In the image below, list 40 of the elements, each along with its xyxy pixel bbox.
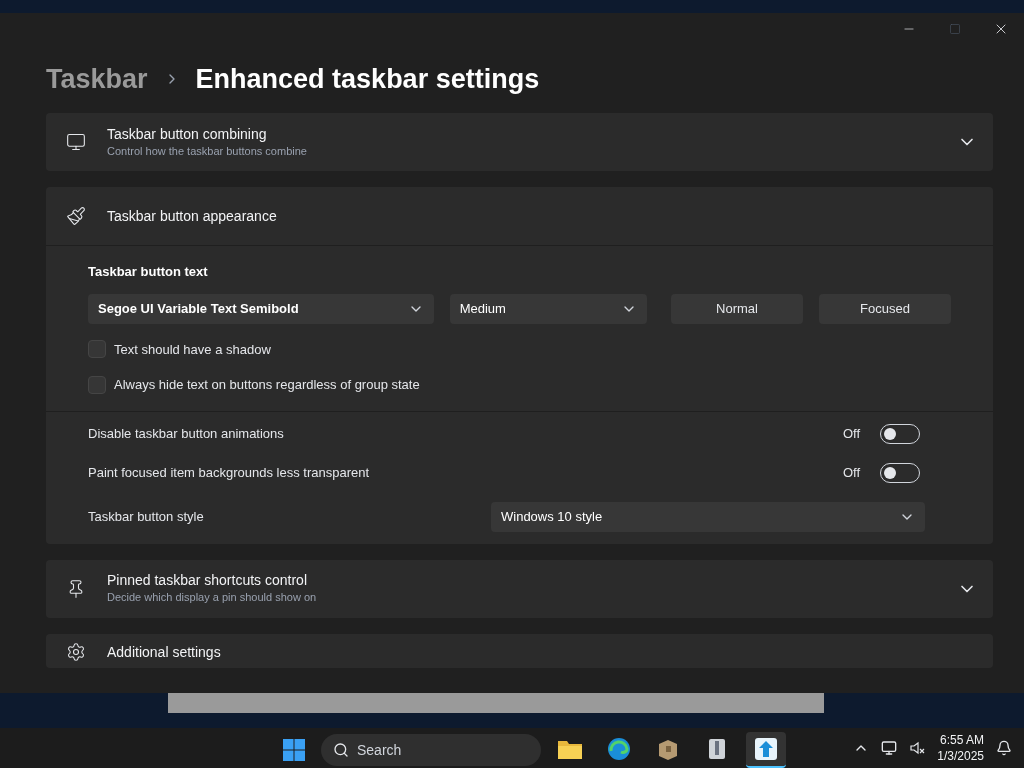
brush-icon xyxy=(66,206,86,226)
network-icon[interactable] xyxy=(881,740,898,756)
section-subtitle: Control how the taskbar buttons combine xyxy=(107,143,308,159)
breadcrumb-link[interactable]: Taskbar xyxy=(46,58,148,100)
folder-icon xyxy=(557,738,583,760)
search-field[interactable]: Search xyxy=(321,734,541,766)
section-title: Pinned taskbar shortcuts control xyxy=(107,571,308,590)
speaker-muted-icon[interactable] xyxy=(909,740,926,756)
gear-icon xyxy=(66,641,86,662)
setting-label: Disable taskbar button animations xyxy=(88,424,284,443)
monitor-icon xyxy=(66,132,86,152)
weight-dropdown[interactable]: Medium xyxy=(449,293,647,324)
section-title: Taskbar button appearance xyxy=(107,207,278,225)
taskbar-app-button[interactable] xyxy=(746,732,786,768)
search-icon xyxy=(333,742,349,758)
section-title: Additional settings xyxy=(107,642,222,661)
maximize-icon xyxy=(949,23,961,35)
section-title: Taskbar button combining xyxy=(107,124,268,143)
toggle-state: Off xyxy=(842,463,860,482)
subsection-heading: Taskbar button text xyxy=(88,263,209,281)
clock[interactable]: 6:55 AM 1/3/2025 xyxy=(937,732,984,764)
checkbox-label: Text should have a shadow xyxy=(114,340,271,359)
windows-logo-icon xyxy=(282,738,306,762)
globe-icon xyxy=(607,737,631,761)
style-dropdown[interactable]: Windows 10 style xyxy=(491,501,925,532)
checkbox-label: Always hide text on buttons regardless of group state xyxy=(114,376,420,394)
setting-label: Taskbar button style xyxy=(88,507,204,526)
page-title: Enhanced taskbar settings xyxy=(195,62,540,96)
checkbox[interactable] xyxy=(88,340,106,359)
checkbox[interactable] xyxy=(88,375,106,394)
setting-label: Paint focused item backgrounds less transparent xyxy=(88,463,370,482)
font-dropdown[interactable]: Segoe UI Variable Text Semibold xyxy=(88,293,434,324)
arrow-app-icon xyxy=(754,737,778,761)
color-button[interactable]: Normal xyxy=(671,293,803,324)
toggle-state: Off xyxy=(842,424,860,443)
archive-icon xyxy=(706,737,728,761)
notification-icon[interactable] xyxy=(996,740,1012,756)
box-icon xyxy=(656,737,680,761)
color-button[interactable]: Focused xyxy=(819,293,951,324)
section-subtitle: Decide which display a pin should show on xyxy=(107,590,318,606)
